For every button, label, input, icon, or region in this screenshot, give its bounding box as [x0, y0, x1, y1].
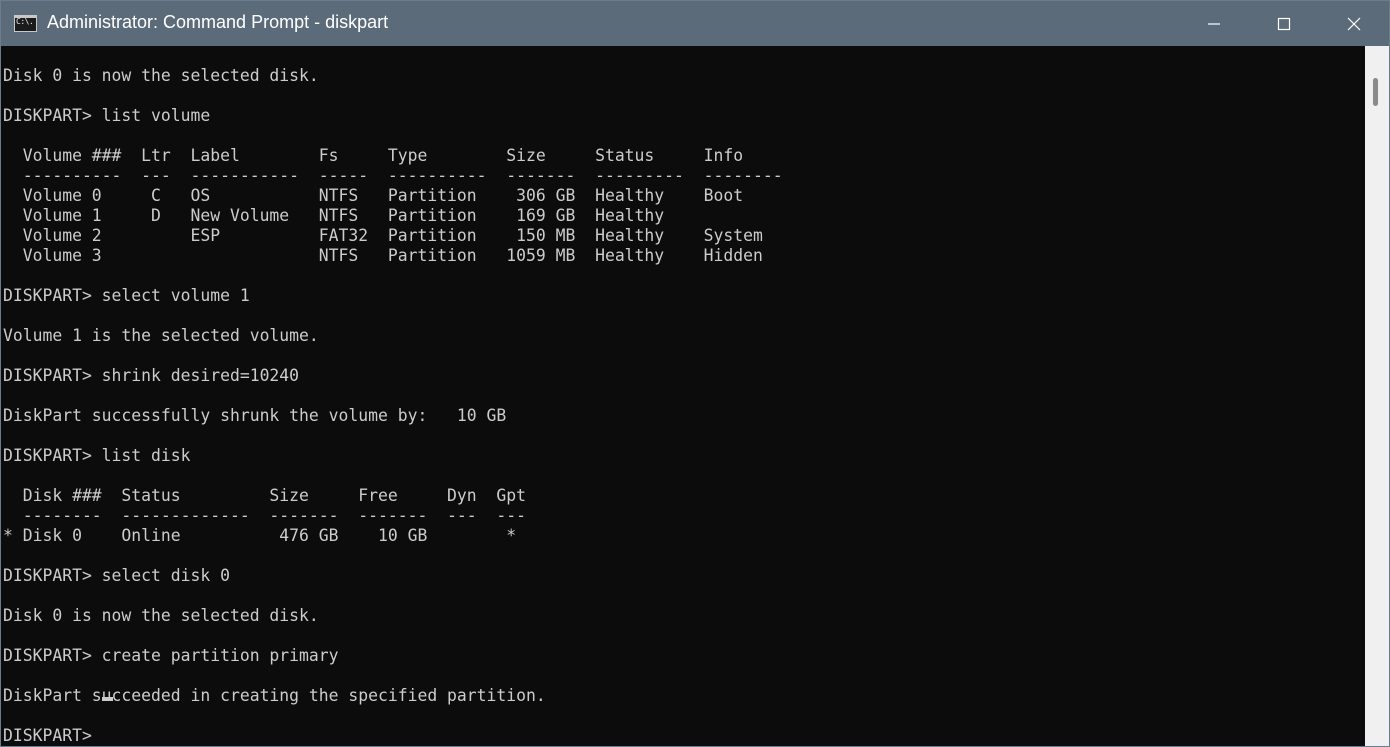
console-line: Disk 0 is now the selected disk.	[3, 66, 319, 85]
console-line: DISKPART> create partition primary	[3, 646, 339, 665]
console-line: Volume ### Ltr Label Fs Type Size Status…	[3, 146, 744, 165]
console-line: DISKPART> select volume 1	[3, 286, 250, 305]
minimize-icon	[1208, 22, 1220, 25]
console-line: DiskPart successfully shrunk the volume …	[3, 406, 507, 425]
console-line: Volume 1 is the selected volume.	[3, 326, 319, 345]
console-line: Disk 0 is now the selected disk.	[3, 606, 319, 625]
console-line: Volume 0 C OS NTFS Partition 306 GB Heal…	[3, 186, 744, 205]
console-line: DISKPART> shrink desired=10240	[3, 366, 300, 385]
maximize-icon	[1277, 17, 1291, 30]
text-cursor	[102, 697, 113, 701]
close-button[interactable]	[1319, 1, 1389, 46]
console-line: Volume 2 ESP FAT32 Partition 150 MB Heal…	[3, 226, 763, 245]
window-title: Administrator: Command Prompt - diskpart	[47, 12, 389, 32]
vertical-scrollbar[interactable]	[1365, 46, 1389, 746]
console-line: * Disk 0 Online 476 GB 10 GB *	[3, 526, 517, 545]
console-line: DiskPart succeeded in creating the speci…	[3, 686, 546, 705]
scrollbar-thumb[interactable]	[1373, 78, 1378, 106]
console-line: Volume 3 NTFS Partition 1059 MB Healthy …	[3, 246, 763, 265]
console-line: DISKPART>	[3, 726, 102, 745]
minimize-button[interactable]	[1179, 1, 1249, 46]
console-output[interactable]: Disk 0 is now the selected disk. DISKPART…	[2, 46, 1364, 746]
command-prompt-window: C:\. Administrator: Command Prompt - dis…	[0, 0, 1390, 747]
console-line: Volume 1 D New Volume NTFS Partition 169…	[3, 206, 665, 225]
console-line: ---------- --- ----------- ----- -------…	[3, 166, 783, 185]
title-bar[interactable]: C:\. Administrator: Command Prompt - dis…	[1, 1, 1389, 46]
console-line: -------- ------------- ------- ------- -…	[3, 506, 527, 525]
close-icon	[1347, 17, 1361, 30]
console-line: DISKPART> list disk	[3, 446, 191, 465]
console-line: DISKPART> select disk 0	[3, 566, 230, 585]
console-line: Disk ### Status Size Free Dyn Gpt	[3, 486, 527, 505]
maximize-button[interactable]	[1249, 1, 1319, 46]
command-prompt-icon: C:\.	[14, 15, 37, 32]
console-line: DISKPART> list volume	[3, 106, 211, 125]
